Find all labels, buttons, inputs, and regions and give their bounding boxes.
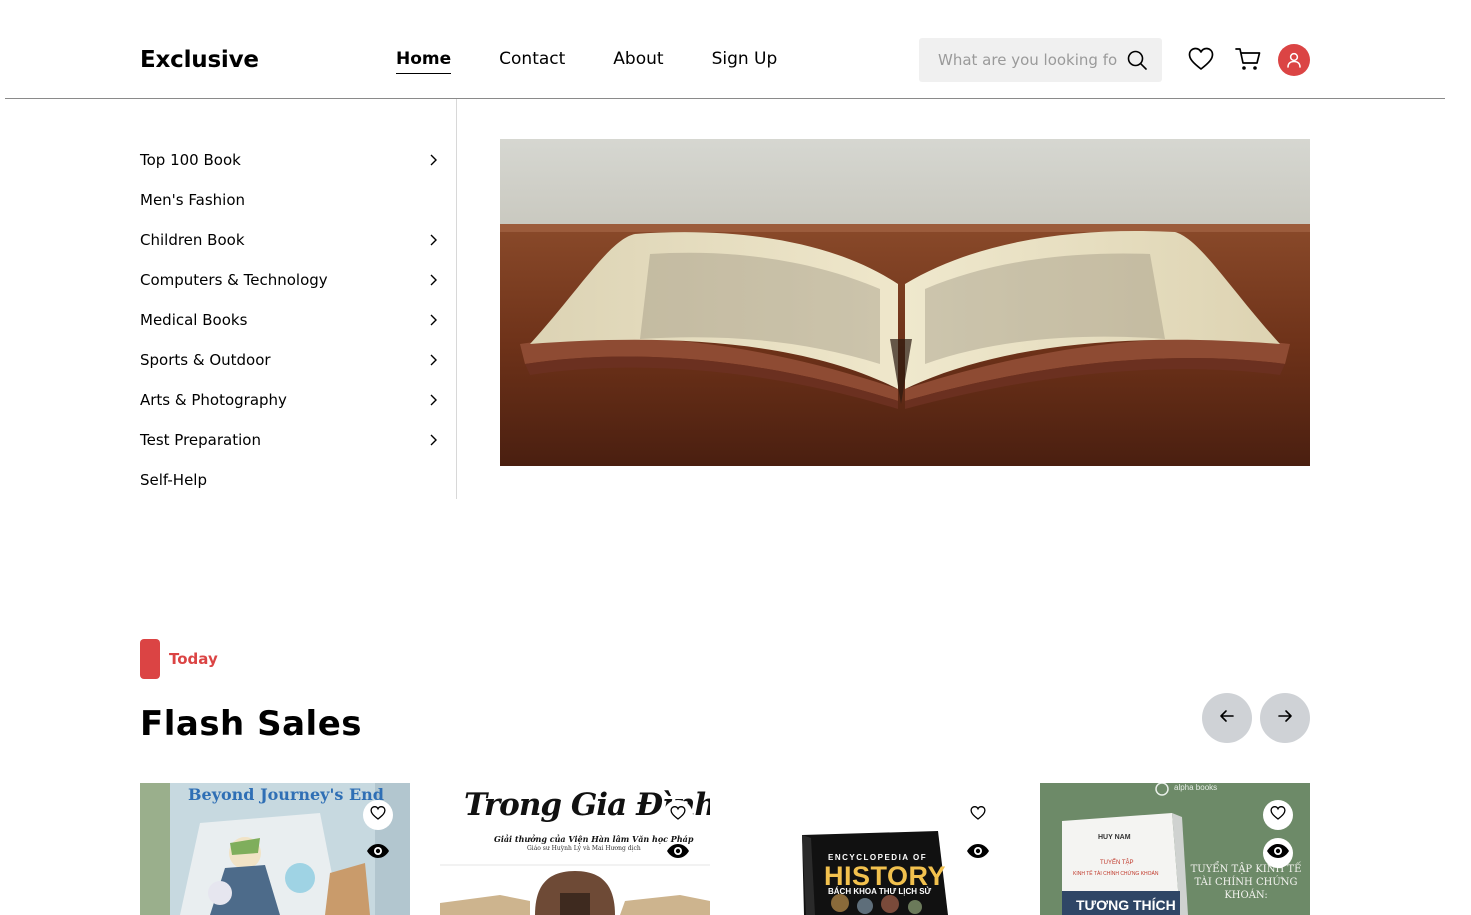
chevron-right-icon <box>428 153 438 167</box>
sidebar-item-medical-books[interactable]: Medical Books <box>140 300 440 340</box>
product-card[interactable]: Beyond Journey's End <box>140 783 410 915</box>
arrow-right-icon <box>1276 707 1294 729</box>
quick-view-button[interactable] <box>363 838 393 868</box>
user-icon[interactable] <box>1278 44 1310 76</box>
wishlist-button[interactable] <box>363 800 393 830</box>
eye-icon <box>366 843 390 863</box>
heart-icon <box>1269 804 1287 826</box>
cover-author: HUY NAM <box>1098 834 1131 841</box>
product-card[interactable]: alpha books HUY NAM TUYỂN TẬP KINH TẾ TÀ… <box>1040 783 1310 915</box>
chevron-right-icon <box>428 433 438 447</box>
chevron-right-icon <box>428 313 438 327</box>
quick-view-button[interactable] <box>963 838 993 868</box>
quick-view-button[interactable] <box>663 838 693 868</box>
search-box <box>919 38 1162 82</box>
sidebar-item-label: Sports & Outdoor <box>140 351 271 369</box>
chevron-right-icon <box>428 393 438 407</box>
heart-icon <box>969 804 987 826</box>
category-sidebar: Top 100 Book Men's Fashion Children Book… <box>140 140 440 500</box>
sidebar-item-mens-fashion[interactable]: Men's Fashion <box>140 180 440 220</box>
sidebar-item-label: Top 100 Book <box>140 151 241 169</box>
section-tag: Today <box>169 650 218 668</box>
cover-subtitle: BÁCH KHOA THƯ LỊCH SỬ <box>828 887 932 896</box>
cover-publisher: alpha books <box>1174 783 1218 792</box>
sidebar-item-label: Children Book <box>140 231 245 249</box>
sidebar-item-test-preparation[interactable]: Test Preparation <box>140 420 440 460</box>
search-input[interactable] <box>938 51 1118 69</box>
wishlist-button[interactable] <box>1263 800 1293 830</box>
eye-icon <box>966 843 990 863</box>
cover-title: TƯƠNG THÍCH <box>1076 897 1176 913</box>
sidebar-item-self-help[interactable]: Self-Help <box>140 460 440 500</box>
eye-icon <box>666 843 690 863</box>
heart-icon <box>369 804 387 826</box>
eye-icon <box>1266 843 1290 863</box>
sidebar-item-arts-photography[interactable]: Arts & Photography <box>140 380 440 420</box>
logo[interactable]: Exclusive <box>140 47 259 73</box>
product-card[interactable]: Trong Gia Đình Giải thưởng của Viện Hàn … <box>440 783 710 915</box>
chevron-right-icon <box>428 353 438 367</box>
sidebar-item-computers-technology[interactable]: Computers & Technology <box>140 260 440 300</box>
nav-contact[interactable]: Contact <box>499 49 565 74</box>
sidebar-item-label: Medical Books <box>140 311 248 329</box>
sidebar-item-label: Test Preparation <box>140 431 261 449</box>
sidebar-item-label: Arts & Photography <box>140 391 287 409</box>
chevron-right-icon <box>428 273 438 287</box>
cover-title: Beyond Journey's End <box>188 785 384 804</box>
sidebar-item-label: Computers & Technology <box>140 271 328 289</box>
sidebar-item-label: Men's Fashion <box>140 191 245 209</box>
cover-credit: Giáo sư Huỳnh Lý và Mai Hương dịch <box>527 845 641 852</box>
header: Exclusive Home Contact About Sign Up <box>0 0 1471 99</box>
cover-side-text: TUYỂN TẬP KINH TẾ TÀI CHÍNH CHỨNG KHOÁN: <box>1190 864 1302 901</box>
sidebar-divider <box>456 99 457 499</box>
today-marker <box>140 639 160 679</box>
arrow-left-icon <box>1218 707 1236 729</box>
nav-about[interactable]: About <box>613 49 663 74</box>
cart-icon[interactable] <box>1233 44 1263 74</box>
next-button[interactable] <box>1260 693 1310 743</box>
cover-series: TUYỂN TẬP <box>1100 860 1134 866</box>
prev-button[interactable] <box>1202 693 1252 743</box>
sidebar-item-sports-outdoor[interactable]: Sports & Outdoor <box>140 340 440 380</box>
nav-home[interactable]: Home <box>396 49 452 74</box>
heart-icon[interactable] <box>1186 44 1216 74</box>
nav-sign-up[interactable]: Sign Up <box>712 49 778 74</box>
wishlist-button[interactable] <box>663 800 693 830</box>
quick-view-button[interactable] <box>1263 838 1293 868</box>
heart-icon <box>669 804 687 826</box>
sidebar-item-top-100-book[interactable]: Top 100 Book <box>140 140 440 180</box>
cover-subtitle: Giải thưởng của Viện Hàn lâm Văn học Phá… <box>494 834 694 844</box>
main-nav: Home Contact About Sign Up <box>396 49 777 74</box>
search-icon[interactable] <box>1126 49 1148 71</box>
sidebar-item-label: Self-Help <box>140 471 207 489</box>
header-divider <box>5 98 1445 99</box>
hero-banner-image[interactable] <box>500 139 1310 466</box>
product-card[interactable]: ENCYCLOPEDIA OF HISTORY BÁCH KHOA THƯ LỊ… <box>740 783 1010 915</box>
cover-line: KINH TẾ TÀI CHÍNH CHỨNG KHOÁN <box>1073 871 1159 877</box>
chevron-right-icon <box>428 233 438 247</box>
wishlist-button[interactable] <box>963 800 993 830</box>
sidebar-item-children-book[interactable]: Children Book <box>140 220 440 260</box>
section-title: Flash Sales <box>140 704 362 744</box>
